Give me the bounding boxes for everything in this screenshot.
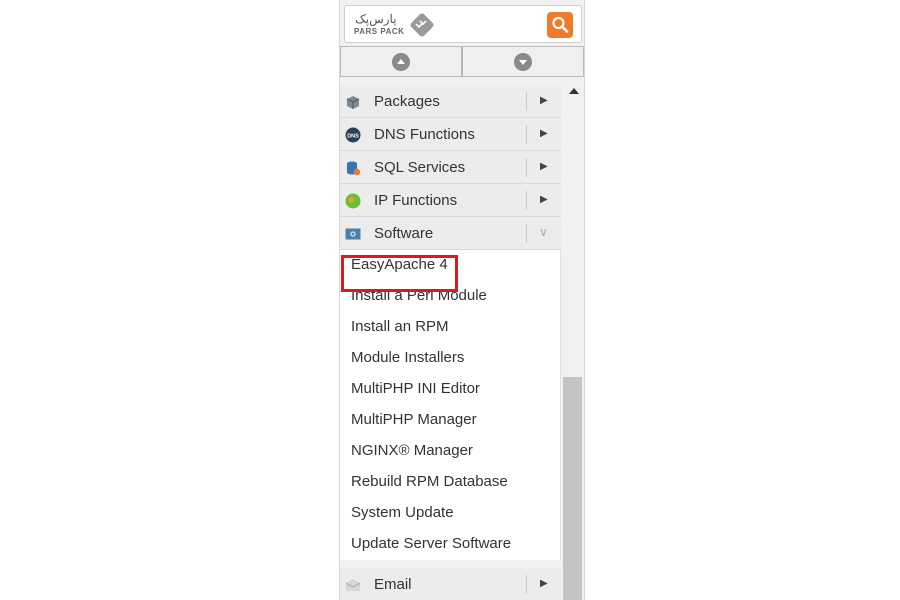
menu-category-sql-services[interactable]: SQL Services ▶ (340, 151, 561, 184)
sidebar-panel: پارس‌پک PARS PACK Packages (339, 0, 585, 600)
menu-category-packages[interactable]: Packages ▶ (340, 85, 561, 118)
submenu-item-label: Install a Perl Module (351, 287, 487, 304)
triangle-up-icon (569, 88, 579, 94)
category-label: DNS Functions (374, 126, 475, 143)
chevron-right-icon: ▶ (540, 95, 548, 106)
menu-category-software[interactable]: Software ∨ (340, 217, 561, 250)
feature-menu: Packages ▶ DNS DNS Functions ▶ SQL Servi… (340, 85, 561, 560)
chevron-down-icon: ∨ (539, 225, 548, 239)
submenu-item-multiphp-manager[interactable]: MultiPHP Manager (340, 405, 560, 436)
submenu-item-label: Update Server Software (351, 535, 512, 552)
menu-category-dns-functions[interactable]: DNS DNS Functions ▶ (340, 118, 561, 151)
logo-text-fa: پارس‌پک (355, 12, 397, 26)
submenu-item-label: EasyApache 4 (351, 256, 448, 273)
category-label: Email (374, 576, 412, 593)
submenu-item-module-installers[interactable]: Module Installers (340, 343, 560, 374)
package-icon (346, 96, 360, 109)
database-icon (347, 161, 361, 176)
submenu-item-install-perl-module[interactable]: Install a Perl Module (340, 281, 560, 312)
submenu-item-label: MultiPHP INI Editor (351, 380, 480, 397)
arrow-down-icon (514, 52, 532, 71)
submenu-item-label: MultiPHP Manager (351, 411, 477, 428)
svg-text:DNS: DNS (347, 134, 359, 140)
category-label: Software (374, 225, 434, 242)
nav-arrows (340, 46, 584, 77)
chevron-right-icon: ▶ (540, 161, 548, 172)
parspack-logo: پارس‌پک PARS PACK (353, 12, 435, 38)
submenu-item-update-server-software[interactable]: Update Server Software (340, 529, 560, 560)
divider (526, 125, 527, 144)
globe-icon (345, 193, 361, 209)
scroll-up-arrow[interactable] (564, 84, 584, 98)
submenu-item-label: Rebuild RPM Database (351, 473, 508, 490)
chevron-right-icon: ▶ (540, 578, 548, 589)
dns-icon: DNS (345, 127, 361, 143)
submenu-item-install-rpm[interactable]: Install an RPM (340, 312, 560, 343)
collapse-up-button[interactable] (340, 46, 462, 77)
search-bar: پارس‌پک PARS PACK (344, 5, 582, 43)
software-icon (345, 228, 361, 240)
software-submenu: EasyApache 4 Install a Perl Module Insta… (340, 250, 561, 560)
chevron-right-icon: ▶ (540, 194, 548, 205)
submenu-item-multiphp-ini-editor[interactable]: MultiPHP INI Editor (340, 374, 560, 405)
menu-category-email[interactable]: Email ▶ (340, 568, 561, 600)
chevron-right-icon: ▶ (540, 128, 548, 139)
divider (526, 92, 527, 111)
menu-category-ip-functions[interactable]: IP Functions ▶ (340, 184, 561, 217)
divider (526, 224, 527, 243)
divider (526, 158, 527, 177)
submenu-item-system-update[interactable]: System Update (340, 498, 560, 529)
logo-text-en: PARS PACK (354, 27, 405, 36)
collapse-down-button[interactable] (462, 46, 584, 77)
submenu-item-label: NGINX® Manager (351, 442, 473, 459)
category-label: IP Functions (374, 192, 458, 209)
search-icon (552, 16, 569, 33)
arrow-up-icon (392, 52, 410, 71)
scrollbar-thumb[interactable] (563, 377, 582, 600)
divider (526, 191, 527, 210)
submenu-item-label: Module Installers (351, 349, 465, 366)
search-button[interactable] (547, 12, 573, 38)
submenu-item-easyapache[interactable]: EasyApache 4 (340, 250, 560, 281)
email-icon (345, 579, 361, 591)
category-label: SQL Services (374, 159, 466, 176)
category-label: Packages (374, 93, 440, 110)
submenu-item-rebuild-rpm-database[interactable]: Rebuild RPM Database (340, 467, 560, 498)
submenu-item-label: Install an RPM (351, 318, 449, 335)
submenu-item-nginx-manager[interactable]: NGINX® Manager (340, 436, 560, 467)
divider (526, 575, 527, 594)
submenu-item-label: System Update (351, 504, 454, 521)
